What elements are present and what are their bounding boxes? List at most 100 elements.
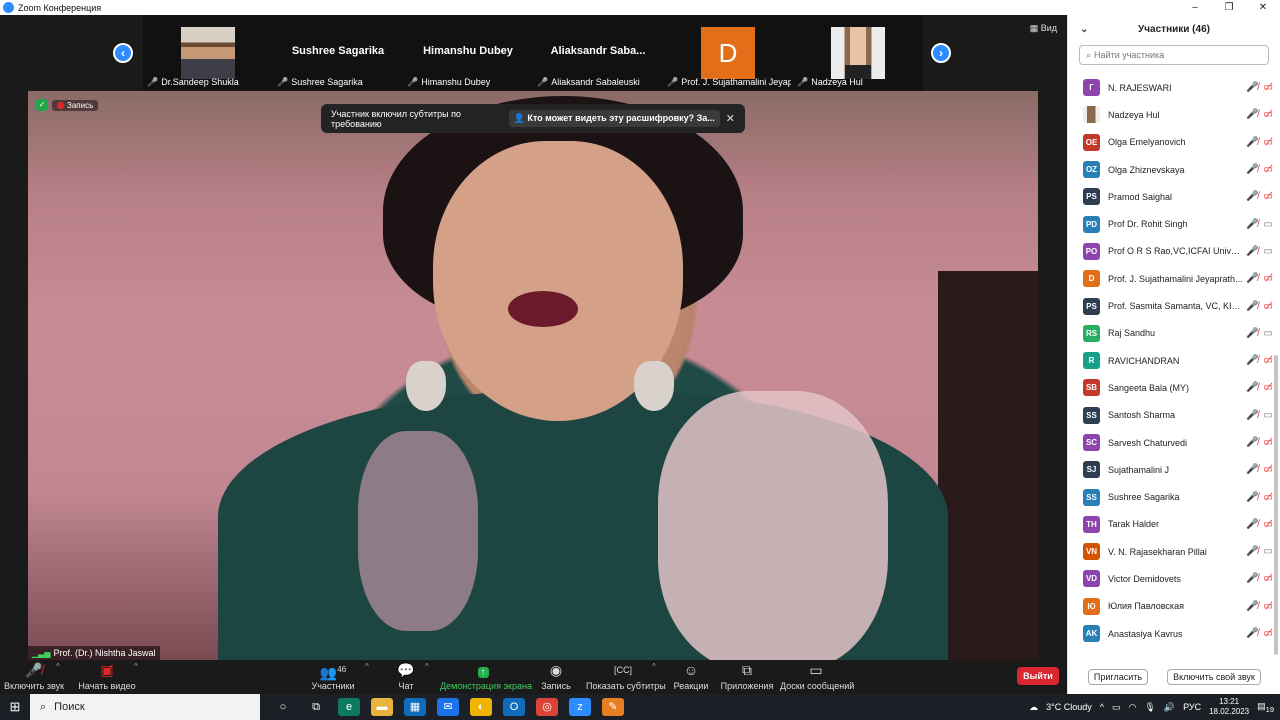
notifications-icon[interactable]: ▤19 xyxy=(1257,701,1274,714)
chevron-up-icon[interactable]: ^ xyxy=(365,662,369,671)
participant-search-input[interactable]: ⌕ Найти участника xyxy=(1079,45,1269,65)
participant-row[interactable]: AK Anastasiya Kavrus 🎤̸ ▭̸ xyxy=(1068,620,1273,647)
taskbar-search[interactable]: ⌕ Поиск xyxy=(30,694,260,720)
share-screen-icon: ↑ xyxy=(440,660,526,680)
recording-badge[interactable]: Запись xyxy=(52,99,99,111)
thumbnail-tile[interactable]: 🎤 Dr.Sandeep Shukla xyxy=(143,15,273,90)
app-icon[interactable]: ✎ xyxy=(602,698,624,716)
close-icon[interactable]: ✕ xyxy=(726,112,735,125)
share-screen-button[interactable]: ↑ Демонстрация экрана xyxy=(440,660,532,694)
thumbnail-display-name: Aliaksandr Saba... xyxy=(550,45,646,57)
mic-icon[interactable]: 🎙 xyxy=(1144,702,1155,713)
strip-next-button[interactable]: › xyxy=(931,43,951,63)
outlook-icon[interactable]: O xyxy=(503,698,525,716)
cortana-icon[interactable]: ○ xyxy=(272,698,294,716)
view-button[interactable]: ▦ Вид xyxy=(1030,23,1057,34)
participant-row[interactable]: SS Sushree Sagarika 🎤̸ ▭̸ xyxy=(1068,483,1273,510)
edge-icon[interactable]: e xyxy=(338,698,360,716)
reactions-button[interactable]: ☺ Реакции xyxy=(672,660,710,694)
thumbnail-tile[interactable]: D 🎤 Prof. J. Sujathamalini Jeyap... xyxy=(663,15,793,90)
participant-row[interactable]: RS Raj Sandhu 🎤̸ ▭ xyxy=(1068,320,1273,347)
invite-button[interactable]: Пригласить xyxy=(1088,669,1148,685)
unmute-button[interactable]: 🎤̸ Включить звук xyxy=(4,660,64,694)
participant-row[interactable]: Ю Юлия Павловская 🎤̸ ▭̸ xyxy=(1068,593,1273,620)
thumbnail-tile[interactable]: 🎤 Nadzeya Hul xyxy=(793,15,923,90)
smiley-icon: ☺ xyxy=(683,662,699,678)
zoom-taskbar-icon[interactable]: z xyxy=(569,698,591,716)
start-video-button[interactable]: ▣̸ Начать видео xyxy=(78,660,136,694)
participant-row[interactable]: SB Sangeeta Bala (MY) 🎤̸ ▭̸ xyxy=(1068,374,1273,401)
participant-row[interactable]: VN V. N. Rajasekharan Pillai 🎤̸ ▭ xyxy=(1068,538,1273,565)
mail-icon[interactable]: ✉ xyxy=(437,698,459,716)
windows-start-icon[interactable]: ⊞ xyxy=(0,699,30,715)
participant-row[interactable]: D Prof. J. Sujathamalini Jeyaprath... 🎤̸ ▭̸ xyxy=(1068,265,1273,292)
show-captions-button[interactable]: [CC] Показать субтитры xyxy=(586,660,666,694)
chevron-up-icon[interactable]: ^ xyxy=(425,662,429,671)
file-explorer-icon[interactable]: ▬ xyxy=(371,698,393,716)
shield-icon[interactable]: ✓ xyxy=(36,99,48,111)
chevron-up-icon[interactable]: ^ xyxy=(1100,702,1104,712)
task-view-icon[interactable]: ⧉ xyxy=(305,698,327,716)
thumbnail-name: Himanshu Dubey xyxy=(421,77,491,87)
participants-count: 46 xyxy=(337,665,347,674)
participant-row[interactable]: SC Sarvesh Chaturvedi 🎤̸ ▭̸ xyxy=(1068,429,1273,456)
participant-name: Olga Zhiznevskaya xyxy=(1108,164,1185,175)
participant-status: 🎤̸ ▭̸ xyxy=(1246,292,1273,319)
chrome-icon[interactable]: ◎ xyxy=(536,698,558,716)
participant-row[interactable]: VD Victor Demidovets 🎤̸ ▭̸ xyxy=(1068,565,1273,592)
store-icon[interactable]: ▦ xyxy=(404,698,426,716)
language-indicator[interactable]: РУС xyxy=(1183,702,1201,712)
participant-status: 🎤̸ ▭ xyxy=(1246,320,1273,347)
participant-status: 🎤̸ ▭̸ xyxy=(1246,565,1273,592)
unmute-self-button[interactable]: Включить свой звук xyxy=(1167,669,1261,685)
video-off-icon: ▭̸ xyxy=(1263,382,1273,394)
scrollbar[interactable] xyxy=(1274,355,1278,655)
video-off-icon: ▭̸ xyxy=(1263,518,1273,530)
wifi-icon[interactable]: ◠ xyxy=(1129,702,1137,713)
participant-row[interactable]: TH Tarak Halder 🎤̸ ▭̸ xyxy=(1068,511,1273,538)
participant-row[interactable]: PS Pramod Saighal 🎤̸ ▭̸ xyxy=(1068,183,1273,210)
close-button[interactable]: ✕ xyxy=(1246,0,1280,15)
participant-row[interactable]: PS Prof. Sasmita Samanta, VC, KIIT... 🎤̸ ▭̸ xyxy=(1068,292,1273,319)
video-on-icon: ▭ xyxy=(1263,546,1273,558)
chevron-up-icon[interactable]: ^ xyxy=(56,662,60,671)
transcript-visibility-link[interactable]: 👤 Кто может видеть эту расшифровку? За..… xyxy=(508,110,720,127)
participant-avatar: D xyxy=(1083,270,1100,288)
thumbnail-name: Dr.Sandeep Shukla xyxy=(161,77,239,87)
volume-icon[interactable]: 🔊 xyxy=(1164,702,1175,713)
minimize-button[interactable]: – xyxy=(1178,0,1212,15)
strip-prev-button[interactable]: ‹ xyxy=(113,43,133,63)
chevron-up-icon[interactable]: ^ xyxy=(652,662,656,671)
weather-text[interactable]: 3°C Cloudy xyxy=(1046,702,1092,712)
participant-avatar: PD xyxy=(1083,215,1100,233)
participant-name: N. RAJESWARI xyxy=(1108,82,1172,93)
chat-button[interactable]: 💬 Чат xyxy=(390,660,422,694)
chevron-down-icon[interactable]: ⌄ xyxy=(1080,15,1088,45)
thumbnail-name: Prof. J. Sujathamalini Jeyap... xyxy=(681,77,791,87)
weather-icon[interactable]: ☁ xyxy=(1029,702,1038,713)
participant-row[interactable]: Г N. RAJESWARI 🎤̸ ▭̸ xyxy=(1068,74,1273,101)
apps-button[interactable]: ⧉ Приложения xyxy=(720,660,774,694)
participant-row[interactable]: Nadzeya Hul 🎤̸ ▭̸ xyxy=(1068,101,1273,128)
network-icon[interactable]: ▭ xyxy=(1112,702,1121,713)
participant-row[interactable]: SS Santosh Sharma 🎤̸ ▭ xyxy=(1068,402,1273,429)
chevron-up-icon[interactable]: ^ xyxy=(134,662,138,671)
app-icon[interactable]: ◐ xyxy=(470,698,492,716)
participant-row[interactable]: OZ Olga Zhiznevskaya 🎤̸ ▭̸ xyxy=(1068,156,1273,183)
video-off-icon: ▭̸ xyxy=(1263,464,1273,476)
clock[interactable]: 13:21 18.02.2023 xyxy=(1209,697,1249,717)
whiteboards-button[interactable]: ▭ Доски сообщений xyxy=(780,660,854,694)
participant-row[interactable]: OE Olga Emelyanovich 🎤̸ ▭̸ xyxy=(1068,129,1273,156)
maximize-button[interactable]: ❐ xyxy=(1212,0,1246,15)
thumbnail-tile[interactable]: Himanshu Dubey 🎤 Himanshu Dubey xyxy=(403,15,533,90)
record-button[interactable]: ◉ Запись xyxy=(538,660,574,694)
thumbnail-tile[interactable]: Aliaksandr Saba... 🎤 Aliaksandr Sabaleusk… xyxy=(533,15,663,90)
thumbnail-tile[interactable]: Sushree Sagarika 🎤 Sushree Sagarika xyxy=(273,15,403,90)
participant-row[interactable]: SJ Sujathamalini J 🎤̸ ▭̸ xyxy=(1068,456,1273,483)
video-background-doorway xyxy=(938,271,1038,660)
participants-button[interactable]: 👥46 Участники xyxy=(310,660,356,694)
participant-row[interactable]: PD Prof Dr. Rohit Singh 🎤̸ ▭ xyxy=(1068,210,1273,237)
leave-button[interactable]: Выйти xyxy=(1017,667,1059,685)
participant-row[interactable]: R RAVICHANDRAN 🎤̸ ▭̸ xyxy=(1068,347,1273,374)
participant-row[interactable]: PO Prof O R S Rao,VC,ICFAI Univer... 🎤̸ ▭ xyxy=(1068,238,1273,265)
